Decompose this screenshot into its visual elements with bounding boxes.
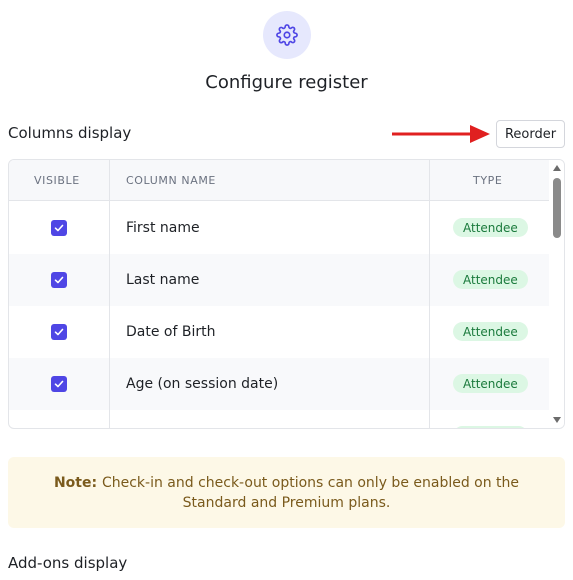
table-row: Attendee [9, 410, 549, 429]
gear-icon [276, 24, 298, 46]
columns-table: VISIBLE COLUMN NAME TYPE First name Atte… [8, 159, 565, 429]
check-icon [54, 380, 64, 388]
column-name-cell: Age (on session date) [126, 376, 279, 392]
type-badge: Attendee [453, 270, 528, 289]
header-column-name: COLUMN NAME [126, 174, 216, 187]
plan-note: Note: Check-in and check-out options can… [8, 457, 565, 528]
table-row: Last name Attendee [9, 254, 549, 306]
red-arrow-annotation [392, 125, 490, 143]
settings-icon-circle [263, 11, 311, 59]
table-row: Date of Birth Attendee [9, 306, 549, 358]
visible-checkbox[interactable] [51, 220, 67, 236]
visible-checkbox[interactable] [51, 324, 67, 340]
column-name-cell: Date of Birth [126, 324, 216, 340]
check-icon [54, 224, 64, 232]
reorder-button[interactable]: Reorder [496, 120, 565, 148]
header-type: TYPE [473, 174, 503, 187]
type-badge: Attendee [453, 322, 528, 341]
type-badge: Attendee [453, 426, 528, 428]
table-row: First name Attendee [9, 202, 549, 254]
check-icon [54, 328, 64, 336]
page-title: Configure register [205, 72, 368, 93]
table-header: VISIBLE COLUMN NAME TYPE [9, 160, 549, 201]
addons-display-label: Add-ons display [8, 554, 128, 572]
visible-checkbox[interactable] [51, 272, 67, 288]
table-scrollbar[interactable] [549, 160, 564, 428]
scrollbar-thumb[interactable] [553, 178, 561, 238]
columns-display-label: Columns display [8, 124, 132, 142]
note-text: Check-in and check-out options can only … [101, 475, 520, 511]
column-divider [109, 160, 110, 428]
scroll-up-arrow-icon[interactable] [553, 165, 561, 171]
column-name-cell: First name [126, 220, 200, 236]
note-label: Note: [53, 475, 102, 491]
visible-checkbox[interactable] [51, 376, 67, 392]
scroll-down-arrow-icon[interactable] [553, 417, 561, 423]
column-name-cell: Last name [126, 272, 200, 288]
type-badge: Attendee [453, 218, 528, 237]
column-divider [429, 160, 430, 428]
visible-checkbox[interactable] [51, 428, 67, 429]
table-row: Age (on session date) Attendee [9, 358, 549, 410]
header-visible: VISIBLE [34, 174, 80, 187]
check-icon [54, 276, 64, 284]
type-badge: Attendee [453, 374, 528, 393]
